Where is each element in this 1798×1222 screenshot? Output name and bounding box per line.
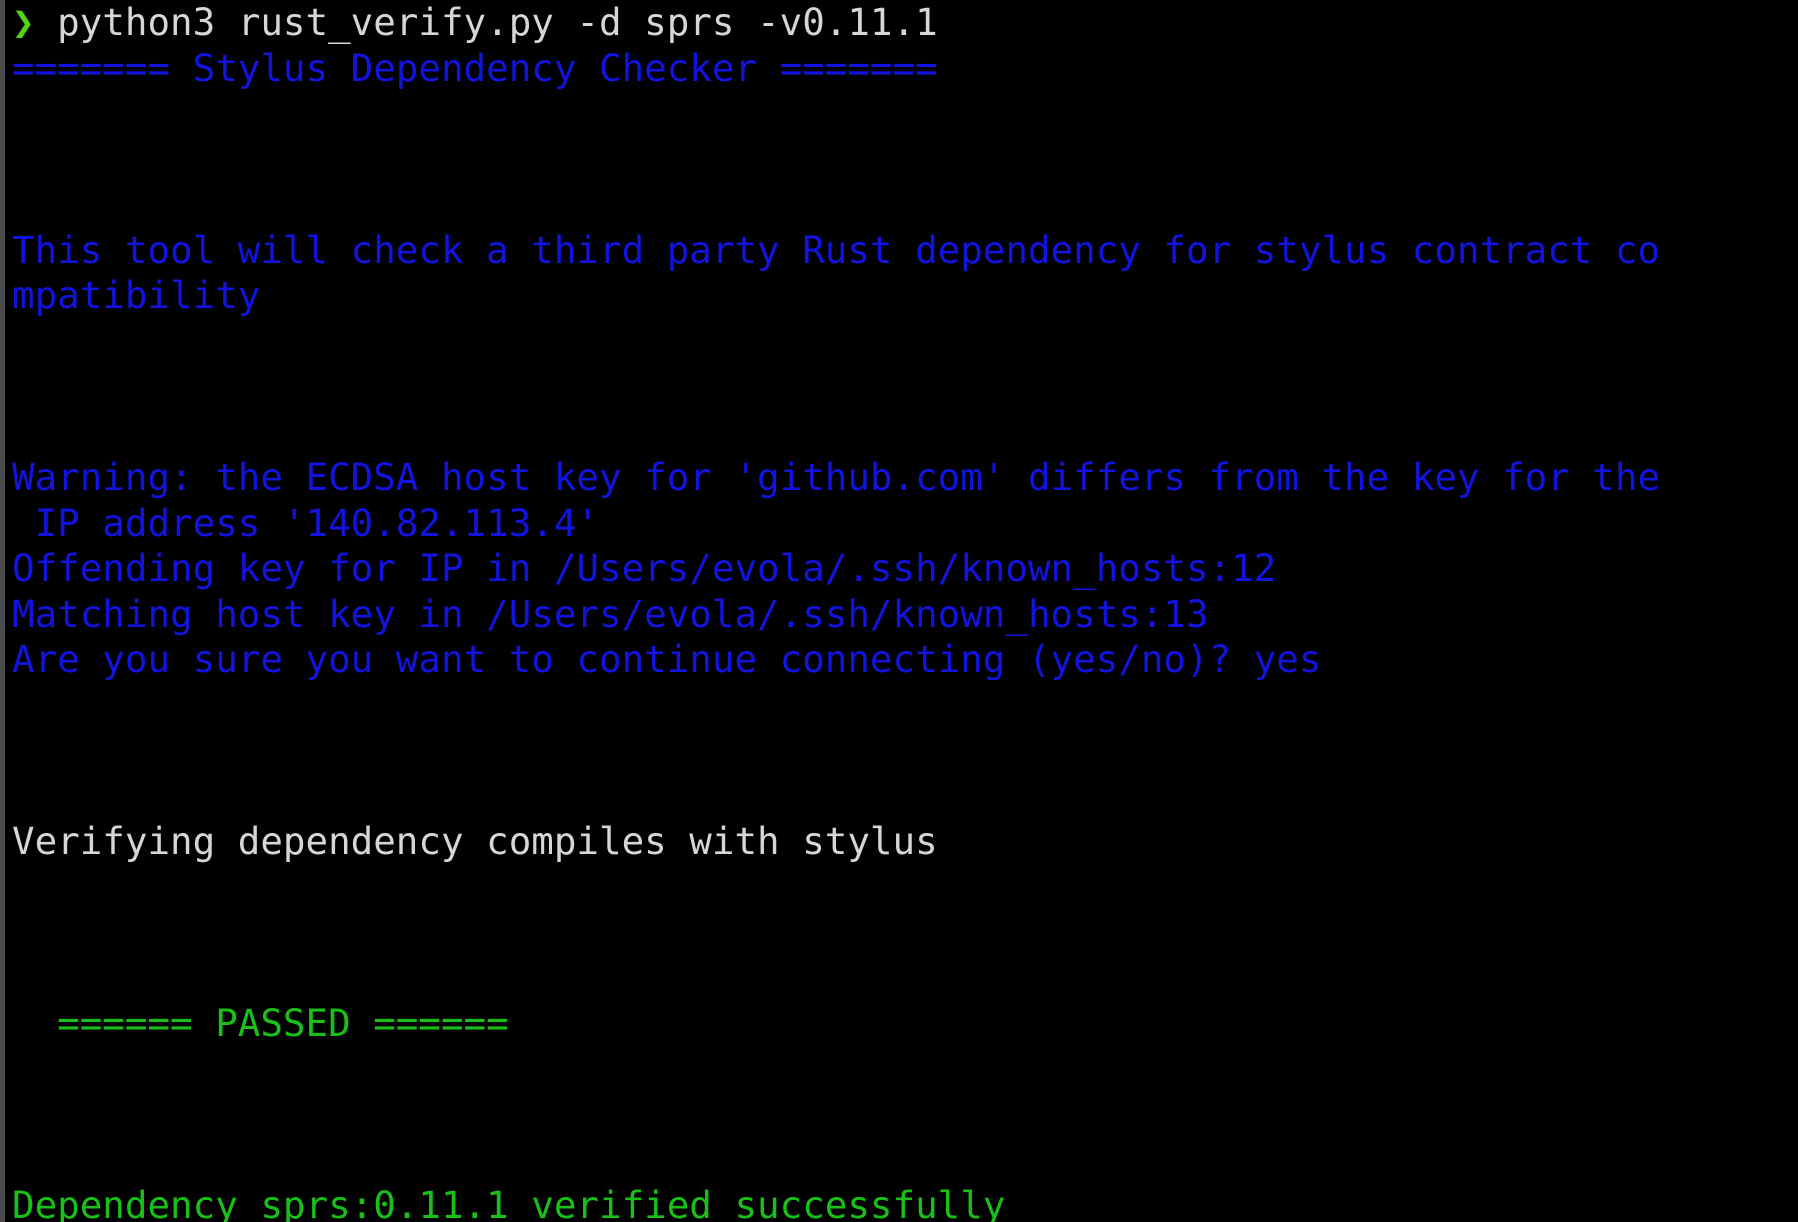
command-text[interactable]: python3 rust_verify.py -d sprs -v0.11.1 [57,0,938,44]
terminal-output-area[interactable]: ❯ python3 rust_verify.py -d sprs -v0.11.… [0,0,1798,1222]
output-line: Matching host key in /Users/evola/.ssh/k… [12,591,1209,636]
output-line: This tool will check a third party Rust … [12,227,1661,272]
output-line: ======= Stylus Dependency Checker ======… [12,45,938,90]
output-blank-line [12,683,1798,729]
output-blank-line [12,410,1798,456]
window-left-edge-scrollbar[interactable] [0,0,5,1222]
output-line: mpatibility [12,273,261,317]
output-line-list: ======= Stylus Dependency Checker ======… [12,46,1798,1222]
output-blank-line [12,774,1798,820]
command-prompt-line: ❯ python3 rust_verify.py -d sprs -v0.11.… [12,0,1798,46]
output-line: ====== PASSED ====== [12,1001,509,1045]
output-blank-line [12,137,1798,183]
output-blank-line [12,865,1798,911]
output-line: Warning: the ECDSA host key for 'github.… [12,455,1661,499]
output-line: Dependency sprs:0.11.1 verified successf… [12,1183,1006,1222]
output-line: Verifying dependency compiles with stylu… [12,819,938,863]
output-blank-line [12,319,1798,365]
output-blank-line [12,91,1798,137]
terminal-window[interactable]: ❯ python3 rust_verify.py -d sprs -v0.11.… [0,0,1798,1222]
output-blank-line [12,182,1798,228]
output-blank-line [12,956,1798,1002]
output-blank-line [12,1047,1798,1093]
output-line: IP address '140.82.113.4' [12,500,599,545]
prompt-chevron-icon: ❯ [12,0,58,44]
output-blank-line [12,728,1798,774]
output-blank-line [12,1092,1798,1138]
output-line: Are you sure you want to continue connec… [12,637,1322,681]
output-blank-line [12,364,1798,410]
output-line: Offending key for IP in /Users/evola/.ss… [12,546,1277,590]
output-blank-line [12,910,1798,956]
output-blank-line [12,1138,1798,1184]
